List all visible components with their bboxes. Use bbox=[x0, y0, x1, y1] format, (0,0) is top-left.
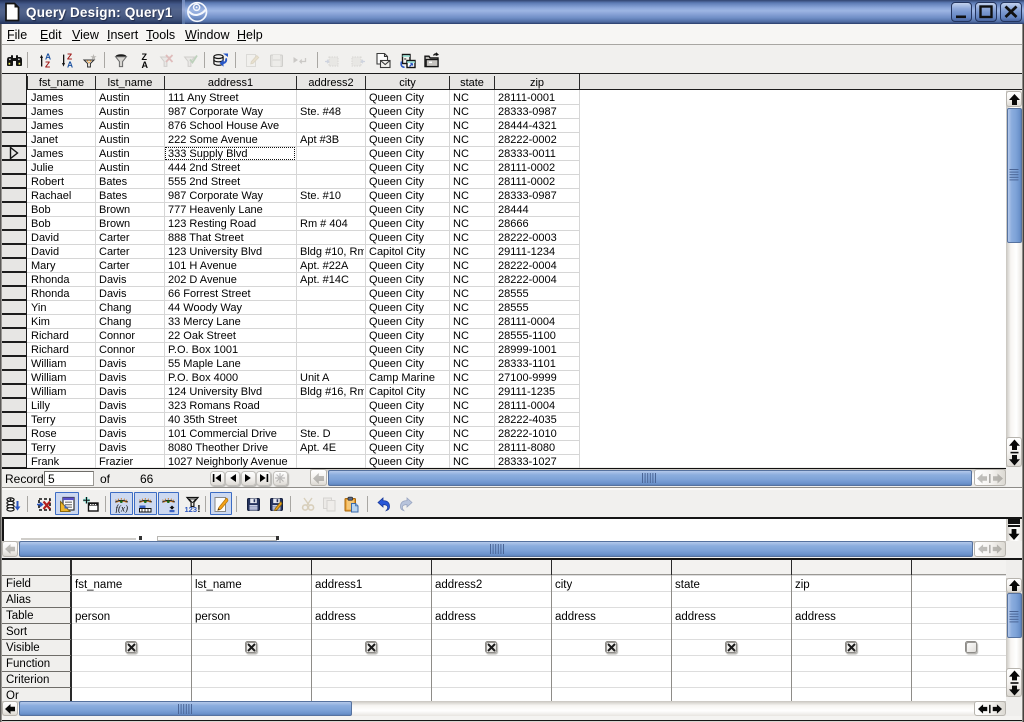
svg-text:!: ! bbox=[197, 504, 200, 513]
svg-text:A: A bbox=[142, 60, 149, 69]
svg-text:123: 123 bbox=[185, 505, 198, 513]
svg-text:A: A bbox=[67, 59, 73, 69]
svg-text:Z: Z bbox=[45, 59, 50, 69]
svg-text:f(x): f(x) bbox=[116, 504, 129, 514]
